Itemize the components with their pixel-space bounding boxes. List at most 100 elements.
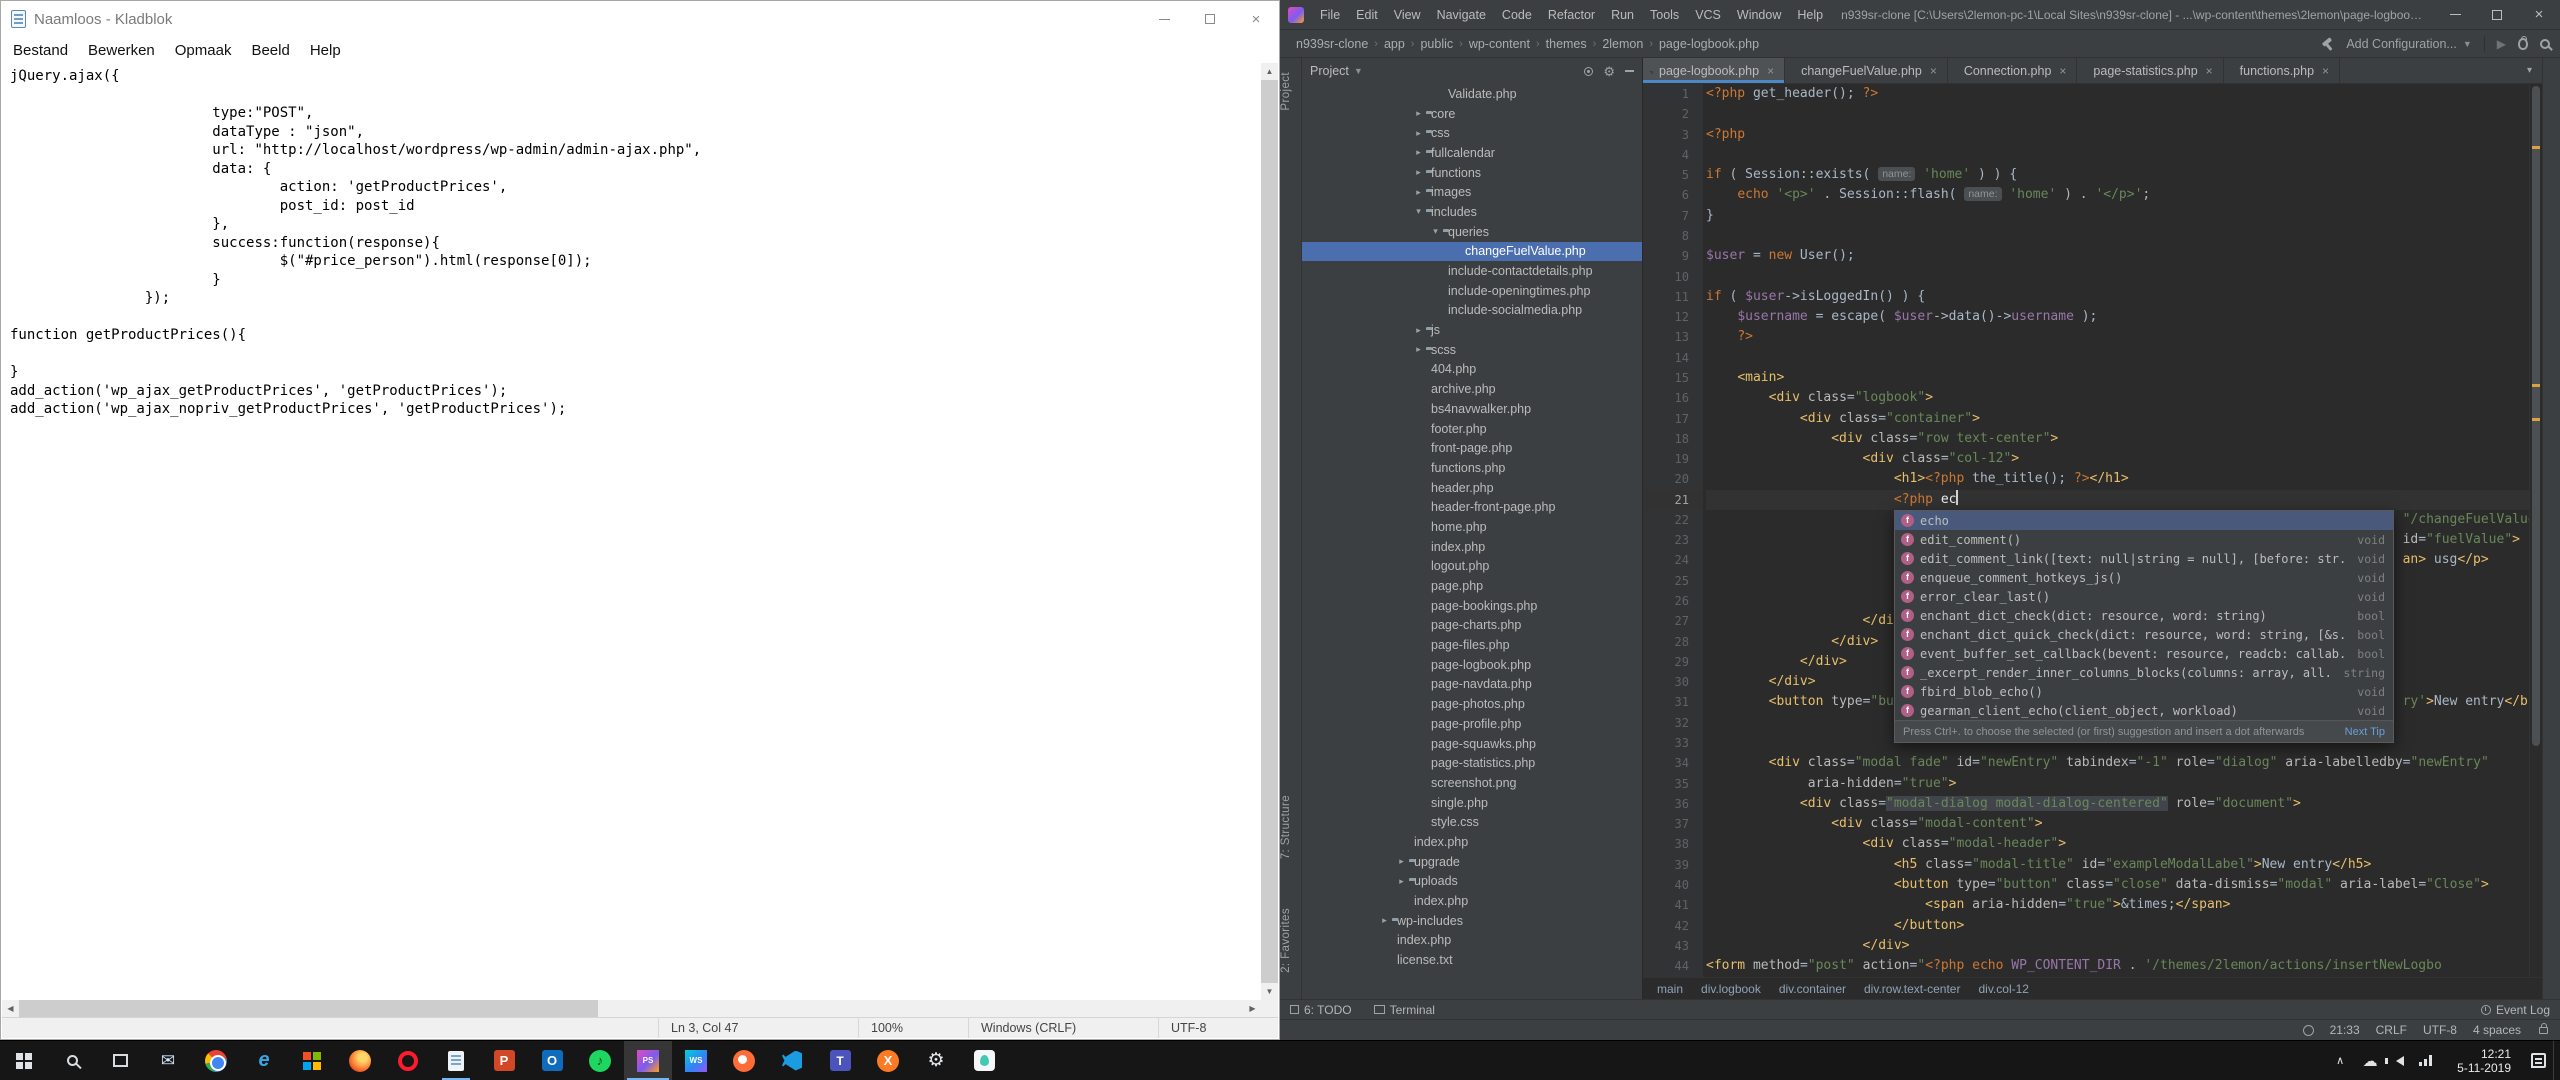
close-button[interactable]: × xyxy=(1233,1,1279,37)
project-tree-item[interactable]: index.php xyxy=(1302,832,1642,852)
terminal-tool-button[interactable]: Terminal xyxy=(1374,1003,1435,1017)
notepad-taskbar-button[interactable] xyxy=(432,1041,480,1080)
close-icon[interactable]: × xyxy=(1930,64,1937,78)
project-tree-item[interactable]: ▸core xyxy=(1302,104,1642,124)
menu-item-opmaak[interactable]: Opmaak xyxy=(165,42,242,59)
chevron-right-icon[interactable]: ▸ xyxy=(1412,128,1425,139)
menu-item-code[interactable]: Code xyxy=(1494,8,1540,22)
chevron-right-icon[interactable]: ▸ xyxy=(1395,856,1408,867)
project-tree-item[interactable]: page-navdata.php xyxy=(1302,675,1642,695)
project-tree-item[interactable]: home.php xyxy=(1302,517,1642,537)
project-tree-item[interactable]: page-profile.php xyxy=(1302,714,1642,734)
phpstorm-taskbar-button[interactable]: PS xyxy=(624,1041,672,1080)
breadcrumb-item[interactable]: div.row.text-center xyxy=(1864,982,1960,996)
project-tree-item[interactable]: ▸uploads xyxy=(1302,872,1642,892)
minimize-button[interactable] xyxy=(1141,1,1187,37)
settings-taskbar-button[interactable]: ⚙ xyxy=(912,1041,960,1080)
project-tree-item[interactable]: screenshot.png xyxy=(1302,773,1642,793)
menu-item-bewerken[interactable]: Bewerken xyxy=(78,42,165,59)
chevron-right-icon[interactable]: ▸ xyxy=(1412,187,1425,198)
scroll-down-icon[interactable]: ▼ xyxy=(1261,983,1278,1000)
chrome-taskbar-button[interactable] xyxy=(192,1041,240,1080)
project-tree-item[interactable]: index.php xyxy=(1302,537,1642,557)
chevron-right-icon[interactable]: ▸ xyxy=(1412,108,1425,119)
start-button[interactable] xyxy=(0,1041,48,1080)
project-tree-item[interactable]: footer.php xyxy=(1302,419,1642,439)
breadcrumb-item[interactable]: page-logbook.php xyxy=(1659,37,1759,51)
breadcrumb-item[interactable]: app xyxy=(1384,37,1405,51)
project-tree-item[interactable]: include-contactdetails.php xyxy=(1302,261,1642,281)
ide-titlebar[interactable]: FileEditViewNavigateCodeRefactorRunTools… xyxy=(1280,0,2560,30)
search-button[interactable] xyxy=(48,1041,96,1080)
project-tree-item[interactable]: changeFuelValue.php xyxy=(1302,242,1642,262)
notepad-text-area[interactable]: jQuery.ajax({ type:"POST", dataType : "j… xyxy=(2,63,1278,1000)
project-tree-item[interactable]: archive.php xyxy=(1302,379,1642,399)
project-tree-item[interactable]: ▾queries xyxy=(1302,222,1642,242)
tray-cloud-icon[interactable]: ☁ xyxy=(2355,1041,2385,1080)
maximize-button[interactable] xyxy=(2476,0,2518,29)
menu-item-file[interactable]: File xyxy=(1312,8,1348,22)
taskbar-clock[interactable]: 12:21 5-11-2019 xyxy=(2445,1041,2523,1080)
breadcrumb-item[interactable]: 2lemon xyxy=(1602,37,1643,51)
tab-page-logbook.php[interactable]: page-logbook.php× xyxy=(1643,58,1785,83)
horizontal-scrollbar[interactable]: ◀ ▶ xyxy=(2,1000,1261,1017)
project-tree-item[interactable]: page-bookings.php xyxy=(1302,596,1642,616)
close-icon[interactable]: × xyxy=(1767,64,1774,78)
firefox-taskbar-button[interactable] xyxy=(336,1041,384,1080)
breadcrumb-item[interactable]: public xyxy=(1420,37,1453,51)
project-tree-item[interactable]: single.php xyxy=(1302,793,1642,813)
spotify-taskbar-button[interactable]: ♪ xyxy=(576,1041,624,1080)
tab-changeFuelValue.php[interactable]: changeFuelValue.php× xyxy=(1785,58,1948,83)
project-tree-item[interactable]: license.txt xyxy=(1302,950,1642,970)
editor-scrollbar[interactable] xyxy=(2529,84,2542,977)
menu-item-help[interactable]: Help xyxy=(1789,8,1831,22)
chevron-right-icon[interactable]: ▸ xyxy=(1412,167,1425,178)
project-tree-item[interactable]: 404.php xyxy=(1302,360,1642,380)
project-tree-item[interactable]: style.css xyxy=(1302,812,1642,832)
scrollbar-thumb[interactable] xyxy=(2532,86,2540,746)
project-tree-item[interactable]: header-front-page.php xyxy=(1302,497,1642,517)
maximize-button[interactable] xyxy=(1187,1,1233,37)
project-tree-item[interactable]: page-photos.php xyxy=(1302,694,1642,714)
gear-icon[interactable]: ⚙ xyxy=(1603,65,1615,78)
project-tree-item[interactable]: page-squawks.php xyxy=(1302,734,1642,754)
webstorm-taskbar-button[interactable]: WS xyxy=(672,1041,720,1080)
autocomplete-item[interactable]: f_excerpt_render_inner_columns_blocks(co… xyxy=(1895,663,2393,682)
outlook-taskbar-button[interactable]: O xyxy=(528,1041,576,1080)
scroll-left-icon[interactable]: ◀ xyxy=(2,1000,19,1017)
tab-Connection.php[interactable]: Connection.php× xyxy=(1948,58,2078,83)
menu-item-edit[interactable]: Edit xyxy=(1348,8,1386,22)
menu-item-vcs[interactable]: VCS xyxy=(1687,8,1729,22)
autocomplete-item[interactable]: fenchant_dict_check(dict: resource, word… xyxy=(1895,606,2393,625)
project-panel-header[interactable]: Project ▼ ⚙ xyxy=(1302,58,1642,84)
project-tree-item[interactable]: ▸css xyxy=(1302,123,1642,143)
vertical-scrollbar[interactable]: ▲ ▼ xyxy=(1261,63,1278,1000)
project-tree-item[interactable]: ▸images xyxy=(1302,182,1642,202)
breadcrumb-item[interactable]: div.col-12 xyxy=(1978,982,2028,996)
autocomplete-item[interactable]: fevent_buffer_set_callback(bevent: resou… xyxy=(1895,644,2393,663)
close-icon[interactable]: × xyxy=(2059,64,2066,78)
project-tree-item[interactable]: functions.php xyxy=(1302,458,1642,478)
hide-panel-icon[interactable] xyxy=(1625,70,1634,72)
tab-page-statistics.php[interactable]: page-statistics.php× xyxy=(2077,58,2223,83)
menu-item-navigate[interactable]: Navigate xyxy=(1429,8,1494,22)
project-tree-item[interactable]: ▸scss xyxy=(1302,340,1642,360)
project-tree-item[interactable]: ▾includes xyxy=(1302,202,1642,222)
project-tree-item[interactable]: front-page.php xyxy=(1302,438,1642,458)
chevron-down-icon[interactable]: ▾ xyxy=(1412,206,1425,217)
xampp-taskbar-button[interactable]: X xyxy=(864,1041,912,1080)
notepad-titlebar[interactable]: Naamloos - Kladblok × xyxy=(1,1,1279,37)
breadcrumb-item[interactable]: main xyxy=(1657,982,1683,996)
project-tree-item[interactable]: page-charts.php xyxy=(1302,616,1642,636)
breadcrumb-item[interactable]: n939sr-clone xyxy=(1296,37,1368,51)
autocomplete-item[interactable]: fedit_comment_link([text: null|string = … xyxy=(1895,549,2393,568)
autocomplete-item[interactable]: ffbird_blob_echo()void xyxy=(1895,682,2393,701)
close-button[interactable]: × xyxy=(2518,0,2560,29)
chevron-right-icon[interactable]: ▸ xyxy=(1395,876,1408,887)
local-taskbar-button[interactable] xyxy=(960,1041,1008,1080)
action-center-button[interactable] xyxy=(2523,1041,2553,1080)
autocomplete-item[interactable]: fenchant_dict_quick_check(dict: resource… xyxy=(1895,625,2393,644)
todo-tool-button[interactable]: 6: TODO xyxy=(1290,1003,1352,1017)
minimize-button[interactable] xyxy=(2434,0,2476,29)
project-tree-item[interactable]: page-files.php xyxy=(1302,635,1642,655)
